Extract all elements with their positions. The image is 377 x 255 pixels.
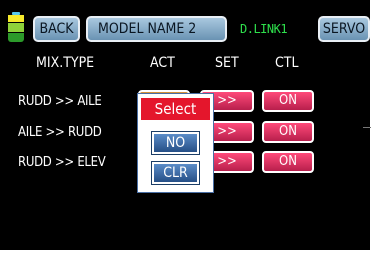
battery-icon (8, 12, 24, 42)
ctl-button[interactable]: ON (262, 121, 314, 143)
transmitter-screen: BACK MODEL NAME 2 D.LINK1 SERVO MIX.TYPE… (0, 0, 370, 250)
column-header-ctl: CTL (275, 55, 299, 71)
ctl-button[interactable]: ON (262, 151, 314, 173)
no-button[interactable]: NO (151, 131, 200, 155)
servo-button[interactable]: SERVO (318, 16, 370, 42)
ctl-button[interactable]: ON (262, 90, 314, 112)
select-popup: Select NO CLR (137, 93, 214, 193)
column-header-act: ACT (150, 55, 175, 71)
popup-title: Select (141, 98, 210, 120)
mix-row-label: AILE >> RUDD (18, 125, 102, 140)
column-header-set: SET (215, 55, 239, 71)
model-name-button[interactable]: MODEL NAME 2 (86, 16, 227, 42)
back-button[interactable]: BACK (33, 16, 80, 42)
mix-row-label: RUDD >> AILE (18, 94, 102, 109)
callout-pointer (363, 127, 371, 128)
column-header-mix-type: MIX.TYPE (36, 55, 95, 71)
mix-row-label: RUDD >> ELEV (18, 155, 106, 170)
dlink-status: D.LINK1 (240, 22, 288, 36)
clr-button[interactable]: CLR (151, 161, 200, 185)
